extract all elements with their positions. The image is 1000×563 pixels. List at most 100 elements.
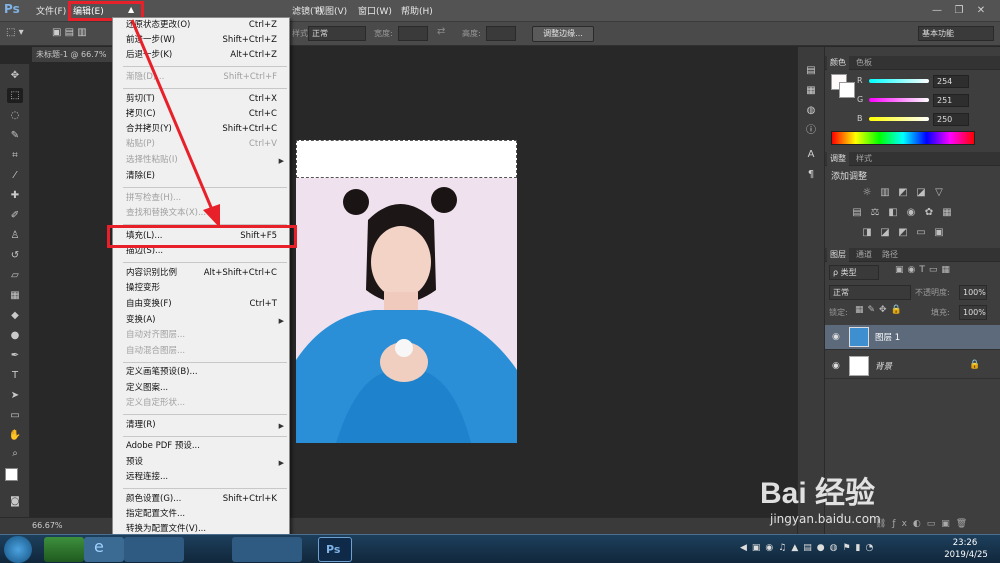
taskbar-window[interactable] bbox=[232, 537, 302, 562]
pen-tool-icon[interactable]: ✒ bbox=[7, 348, 23, 363]
menu-item-define-shape[interactable]: 定义自定形状... bbox=[126, 397, 185, 410]
taskbar-app-icon[interactable] bbox=[44, 537, 84, 562]
menu-item-undo[interactable]: 还原状态更改(O) bbox=[126, 19, 190, 32]
channel-b-value[interactable]: 250 bbox=[933, 113, 969, 126]
layer-row-background[interactable]: ◉ 背景 🔒 bbox=[825, 354, 1000, 379]
menu-item-step-forward[interactable]: 前进一步(W) bbox=[126, 34, 175, 47]
system-tray-icons[interactable]: ◀▣◉♫▲▤●◍⚑▮◔ bbox=[740, 543, 930, 557]
quick-select-tool-icon[interactable]: ✎ bbox=[7, 128, 23, 143]
menu-window[interactable]: 窗口(W) bbox=[358, 4, 392, 18]
clock-date[interactable]: 2019/4/25 bbox=[940, 550, 992, 560]
workspace-select[interactable]: 基本功能 bbox=[918, 26, 994, 41]
minimize-icon[interactable]: — bbox=[928, 3, 946, 18]
menu-item-free-transform[interactable]: 自由变换(F) bbox=[126, 298, 172, 311]
width-input[interactable] bbox=[398, 26, 428, 41]
threshold-icon[interactable]: ◩ bbox=[897, 227, 909, 238]
tab-paths[interactable]: 路径 bbox=[879, 248, 901, 262]
channel-b-slider[interactable] bbox=[869, 117, 929, 121]
black-white-icon[interactable]: ◧ bbox=[887, 207, 899, 218]
color-spectrum-bar[interactable] bbox=[831, 131, 975, 145]
history-panel-icon[interactable]: ▤ bbox=[803, 63, 819, 78]
stamp-tool-icon[interactable]: ♙ bbox=[7, 228, 23, 243]
levels-icon[interactable]: ▥ bbox=[879, 187, 891, 198]
refine-edge-button[interactable]: 调整边缘... bbox=[532, 26, 594, 42]
menu-item-auto-align[interactable]: 自动对齐图层... bbox=[126, 329, 185, 342]
lock-icons[interactable]: ▦✎✥🔒 bbox=[855, 305, 906, 315]
menu-item-define-brush[interactable]: 定义画笔预设(B)... bbox=[126, 366, 198, 379]
menu-item-assign-profile[interactable]: 指定配置文件... bbox=[126, 508, 185, 521]
channel-mixer-icon[interactable]: ✿ bbox=[923, 207, 935, 218]
menu-item-fade[interactable]: 渐隐(D)... bbox=[126, 71, 164, 84]
dodge-tool-icon[interactable]: ● bbox=[7, 328, 23, 343]
menu-item-transform[interactable]: 变换(A) bbox=[126, 314, 155, 327]
menu-file[interactable]: 文件(F) bbox=[36, 4, 66, 18]
menu-item-clear[interactable]: 清除(E) bbox=[126, 170, 155, 183]
tab-channels[interactable]: 通道 bbox=[853, 248, 875, 262]
tab-color[interactable]: 颜色 bbox=[827, 56, 849, 70]
taskbar-window[interactable] bbox=[124, 537, 184, 562]
quick-mask-icon[interactable]: ◙ bbox=[7, 494, 23, 509]
zoom-tool-icon[interactable]: ⌕ bbox=[7, 446, 23, 461]
eye-icon[interactable]: ◉ bbox=[832, 361, 840, 371]
height-input[interactable] bbox=[486, 26, 516, 41]
channel-r-value[interactable]: 254 bbox=[933, 75, 969, 88]
photoshop-taskbar-icon[interactable]: Ps bbox=[318, 537, 352, 562]
layer-name[interactable]: 背景 bbox=[875, 360, 892, 372]
start-button[interactable] bbox=[4, 536, 32, 563]
blur-tool-icon[interactable]: ◆ bbox=[7, 308, 23, 323]
exposure-icon[interactable]: ◪ bbox=[915, 187, 927, 198]
blend-mode-select[interactable]: 正常 bbox=[829, 285, 911, 300]
menu-help[interactable]: 帮助(H) bbox=[401, 4, 433, 18]
layer-row-layer1[interactable]: ◉ 图层 1 bbox=[825, 325, 1000, 350]
marquee-tool-icon[interactable]: ⬚ bbox=[7, 88, 23, 103]
close-icon[interactable]: ✕ bbox=[972, 3, 990, 18]
brightness-icon[interactable]: ☼ bbox=[861, 187, 873, 198]
layer-kind-filter[interactable]: ρ 类型 bbox=[829, 265, 879, 280]
lasso-tool-icon[interactable]: ◌ bbox=[7, 108, 23, 123]
vibrance-icon[interactable]: ▽ bbox=[933, 187, 945, 198]
posterize-icon[interactable]: ◪ bbox=[879, 227, 891, 238]
browser-taskbar-icon[interactable]: e bbox=[84, 537, 124, 562]
background-swatch[interactable] bbox=[839, 82, 855, 98]
menu-item-find-replace[interactable]: 查找和替换文本(X)... bbox=[126, 207, 206, 220]
properties-panel-icon[interactable]: ▦ bbox=[803, 83, 819, 98]
menu-item-puppet-warp[interactable]: 操控变形 bbox=[126, 282, 160, 295]
menu-item-copy-merged[interactable]: 合并拷贝(Y) bbox=[126, 123, 172, 136]
menu-item-spell-check[interactable]: 拼写检查(H)... bbox=[126, 192, 181, 205]
color-balance-icon[interactable]: ⚖ bbox=[869, 207, 881, 218]
info-panel-icon[interactable]: ⓘ bbox=[803, 123, 819, 138]
eyedropper-tool-icon[interactable]: ⁄ bbox=[7, 168, 23, 183]
history-brush-tool-icon[interactable]: ↺ bbox=[7, 248, 23, 263]
hue-saturation-icon[interactable]: ▤ bbox=[851, 207, 863, 218]
character-panel-icon[interactable]: A bbox=[803, 147, 819, 162]
tab-styles[interactable]: 样式 bbox=[853, 152, 875, 166]
move-tool-icon[interactable]: ✥ bbox=[7, 68, 23, 83]
tab-adjustments[interactable]: 调整 bbox=[827, 152, 849, 166]
photo-filter-icon[interactable]: ◉ bbox=[905, 207, 917, 218]
brush-tool-icon[interactable]: ✐ bbox=[7, 208, 23, 223]
restore-icon[interactable]: ❐ bbox=[950, 3, 968, 18]
foreground-color-swatch[interactable] bbox=[5, 468, 18, 481]
tab-swatches[interactable]: 色板 bbox=[853, 56, 875, 70]
clock-time[interactable]: 23:26 bbox=[945, 538, 985, 548]
zoom-readout[interactable]: 66.67% bbox=[32, 521, 63, 530]
menu-item-content-aware-scale[interactable]: 内容识别比例 bbox=[126, 267, 177, 280]
menu-item-purge[interactable]: 清理(R) bbox=[126, 419, 156, 432]
tab-layers[interactable]: 图层 bbox=[827, 248, 849, 262]
menu-item-auto-blend[interactable]: 自动混合图层... bbox=[126, 345, 185, 358]
eraser-tool-icon[interactable]: ▱ bbox=[7, 268, 23, 283]
menu-item-step-backward[interactable]: 后退一步(K) bbox=[126, 49, 172, 62]
healing-tool-icon[interactable]: ✚ bbox=[7, 188, 23, 203]
curves-icon[interactable]: ◩ bbox=[897, 187, 909, 198]
selection-mode-icons[interactable]: ▣ ▤ ▥ bbox=[52, 27, 92, 41]
hand-tool-icon[interactable]: ✋ bbox=[7, 428, 23, 443]
invert-icon[interactable]: ◨ bbox=[861, 227, 873, 238]
type-tool-icon[interactable]: T bbox=[7, 368, 23, 383]
brush-panel-icon[interactable]: ◍ bbox=[803, 103, 819, 118]
menu-view[interactable]: 视图(V) bbox=[316, 4, 347, 18]
crop-tool-icon[interactable]: ⌗ bbox=[7, 148, 23, 163]
layer-name[interactable]: 图层 1 bbox=[875, 331, 900, 343]
layer-filter-icons[interactable]: ▣◉T▭▦ bbox=[895, 265, 995, 279]
style-select[interactable]: 正常 bbox=[308, 26, 366, 41]
fill-input[interactable]: 100% bbox=[959, 305, 987, 320]
